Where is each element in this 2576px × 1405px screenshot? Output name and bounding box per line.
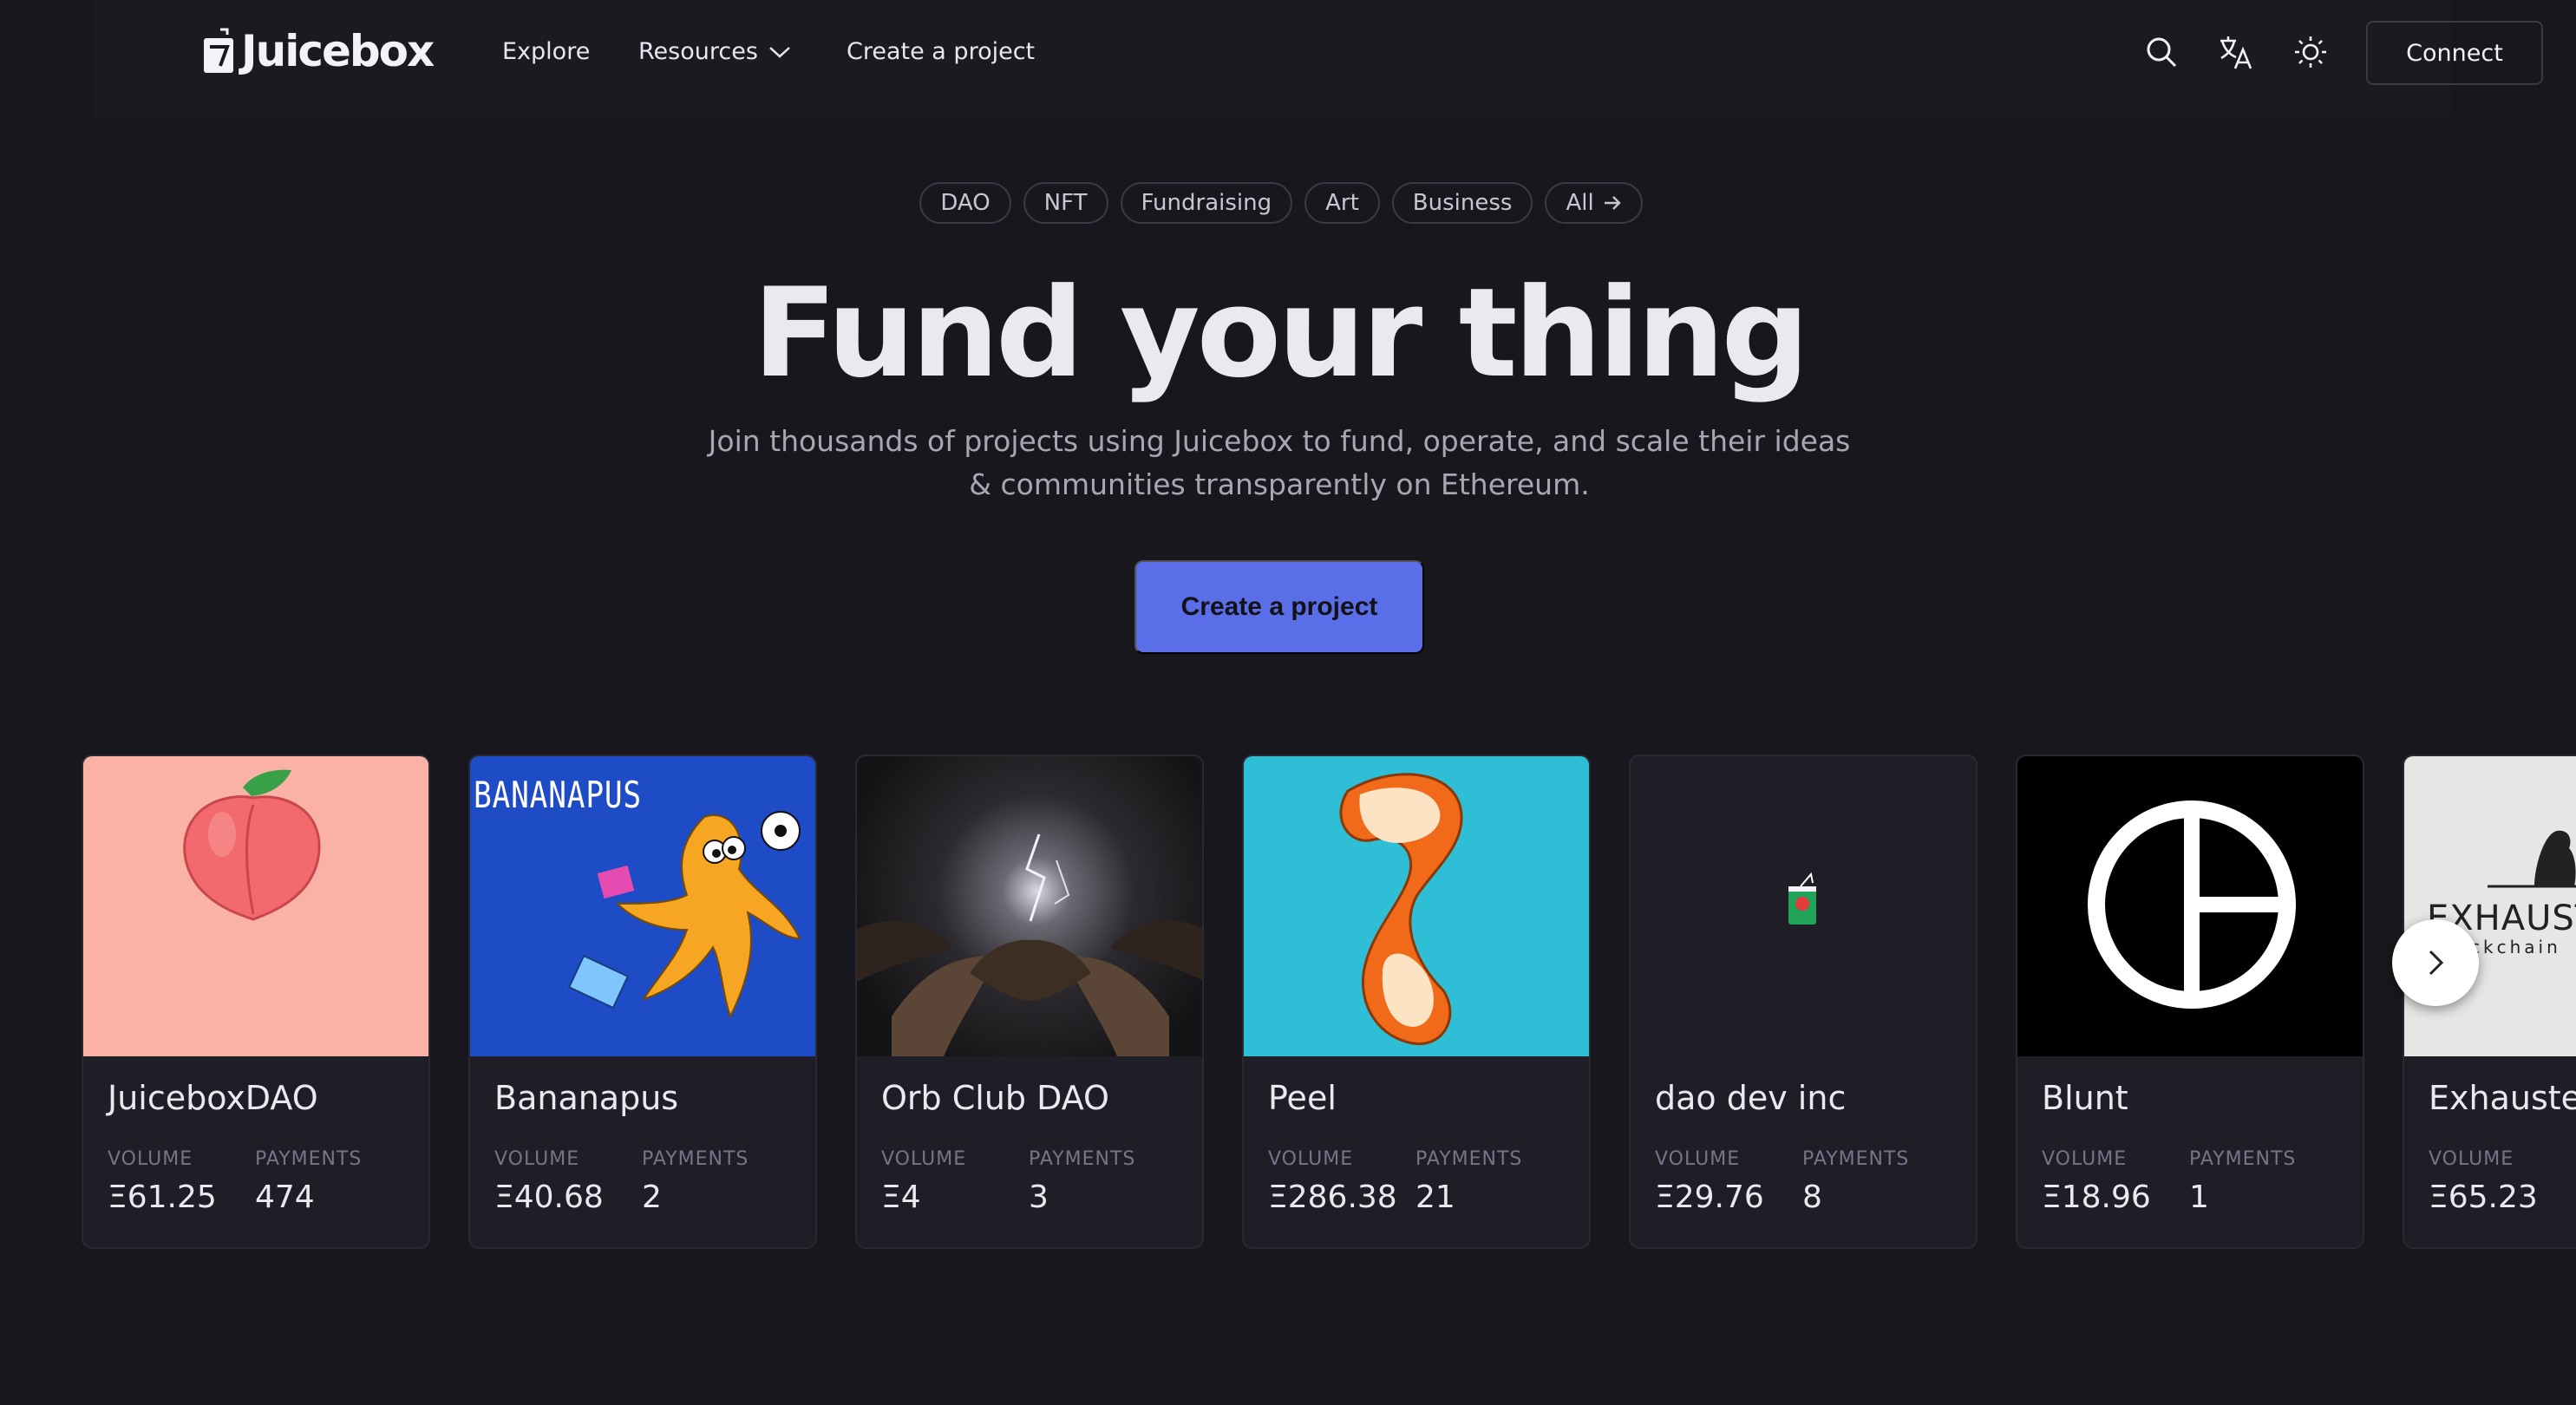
payments-label: PAYMENTS — [1029, 1148, 1136, 1170]
orb-hands-image — [857, 833, 1202, 1056]
project-image — [1631, 756, 1976, 1056]
volume-label: VOLUME — [108, 1148, 193, 1170]
chip-all[interactable]: All — [1545, 182, 1643, 224]
theme-toggle-sun-icon[interactable] — [2290, 31, 2331, 73]
chevron-down-icon — [769, 47, 790, 58]
blunt-logo-icon — [2088, 801, 2296, 1009]
payments-value: 8 — [1802, 1180, 1822, 1215]
juicebox-logo-icon — [201, 28, 236, 75]
translate-icon[interactable] — [2215, 31, 2257, 73]
project-card-dao-dev-inc[interactable]: dao dev inc VOLUME PAYMENTS Ξ29.76 8 — [1629, 755, 1978, 1249]
payments-label: PAYMENTS — [255, 1148, 363, 1170]
juicebox-logo[interactable]: Juicebox — [201, 26, 435, 76]
chip-nft[interactable]: NFT — [1023, 182, 1108, 224]
chip-label: Fundraising — [1141, 190, 1272, 216]
chip-label: DAO — [940, 190, 991, 216]
chip-business[interactable]: Business — [1391, 182, 1533, 224]
top-nav-bar: Juicebox Explore Resources Create a proj… — [94, 0, 2543, 116]
project-name: Blunt — [2042, 1079, 2128, 1117]
orange-peel-icon — [1339, 773, 1463, 1045]
payments-value: 3 — [1029, 1180, 1049, 1215]
hero-subtitle-line2: & communities transparently on Ethereum. — [969, 467, 1590, 501]
volume-label: VOLUME — [2429, 1148, 2514, 1170]
category-chips: DAO NFT Fundraising Art Business All — [0, 182, 2576, 224]
project-image — [83, 756, 428, 1056]
volume-label: VOLUME — [881, 1148, 967, 1170]
hero-subtitle-line1: Join thousands of projects using Juicebo… — [708, 424, 1851, 458]
nav-explore-link[interactable]: Explore — [502, 35, 590, 69]
volume-label: VOLUME — [494, 1148, 580, 1170]
chip-art[interactable]: Art — [1304, 182, 1380, 224]
project-image-subtext: ckchain — [2470, 937, 2561, 957]
peach-icon — [183, 769, 321, 921]
volume-value: Ξ65.23 — [2429, 1180, 2538, 1215]
volume-label: VOLUME — [2042, 1148, 2128, 1170]
volume-value: Ξ61.25 — [108, 1180, 217, 1215]
banana-octopus-icon — [567, 811, 801, 1019]
chip-label: NFT — [1043, 190, 1088, 216]
payments-label: PAYMENTS — [1802, 1148, 1910, 1170]
volume-label: VOLUME — [1655, 1148, 1741, 1170]
hero-subtitle: Join thousands of projects using Juicebo… — [668, 420, 1891, 506]
chip-fundraising[interactable]: Fundraising — [1120, 182, 1293, 224]
project-name: Peel — [1268, 1079, 1337, 1117]
payments-value: 2 — [642, 1180, 662, 1215]
project-name: Exhausted — [2429, 1079, 2576, 1117]
project-image — [2017, 756, 2363, 1056]
project-image: EXHAUSTE ckchain — [2404, 756, 2576, 1056]
volume-value: Ξ40.68 — [494, 1180, 604, 1215]
payments-value: 21 — [1415, 1180, 1455, 1215]
chevron-right-icon — [2429, 950, 2444, 976]
chip-label: Business — [1412, 190, 1513, 216]
connect-wallet-button[interactable]: Connect — [2366, 21, 2543, 85]
payments-value: 1 — [2189, 1180, 2209, 1215]
project-image — [1244, 756, 1589, 1056]
project-name: Orb Club DAO — [881, 1079, 1109, 1117]
payments-label: PAYMENTS — [1415, 1148, 1523, 1170]
arrow-right-icon — [1604, 196, 1621, 210]
volume-label: VOLUME — [1268, 1148, 1354, 1170]
payments-label: PAYMENTS — [2189, 1148, 2297, 1170]
project-card-blunt[interactable]: Blunt VOLUME PAYMENTS Ξ18.96 1 — [2016, 755, 2364, 1249]
volume-value: Ξ29.76 — [1655, 1180, 1764, 1215]
project-card-juiceboxdao[interactable]: JuiceboxDAO VOLUME PAYMENTS Ξ61.25 474 — [82, 755, 430, 1249]
volume-value: Ξ18.96 — [2042, 1180, 2151, 1215]
project-image: BANANAPUS — [470, 756, 815, 1056]
project-name: JuiceboxDAO — [108, 1079, 318, 1117]
project-name: Bananapus — [494, 1079, 679, 1117]
volume-value: Ξ286.38 — [1268, 1180, 1397, 1215]
project-image — [857, 756, 1202, 1056]
juicebox-carton-icon — [1788, 872, 1816, 925]
logo-text: Juicebox — [241, 26, 435, 76]
chip-dao[interactable]: DAO — [919, 182, 1011, 224]
create-project-button[interactable]: Create a project — [1134, 560, 1424, 654]
hero-title: Fund your thing — [752, 262, 1809, 405]
nav-resources-label: Resources — [638, 38, 758, 65]
nav-create-project-link[interactable]: Create a project — [847, 35, 1035, 69]
volume-value: Ξ4 — [881, 1180, 921, 1215]
chip-label: Art — [1325, 190, 1359, 216]
payments-value: 474 — [255, 1180, 315, 1215]
payments-label: PAYMENTS — [642, 1148, 749, 1170]
chip-label: All — [1566, 190, 1594, 216]
project-card-peel[interactable]: Peel VOLUME PAYMENTS Ξ286.38 21 — [1242, 755, 1591, 1249]
search-icon[interactable] — [2141, 31, 2182, 73]
nav-resources-menu[interactable]: Resources — [638, 35, 791, 69]
project-name: dao dev inc — [1655, 1079, 1847, 1117]
project-card-orb-club-dao[interactable]: Orb Club DAO VOLUME PAYMENTS Ξ4 3 — [855, 755, 1204, 1249]
project-card-bananapus[interactable]: BANANAPUS Bananapus VOLUME PAYMENTS Ξ40.… — [468, 755, 817, 1249]
carousel-next-button[interactable] — [2392, 919, 2479, 1006]
